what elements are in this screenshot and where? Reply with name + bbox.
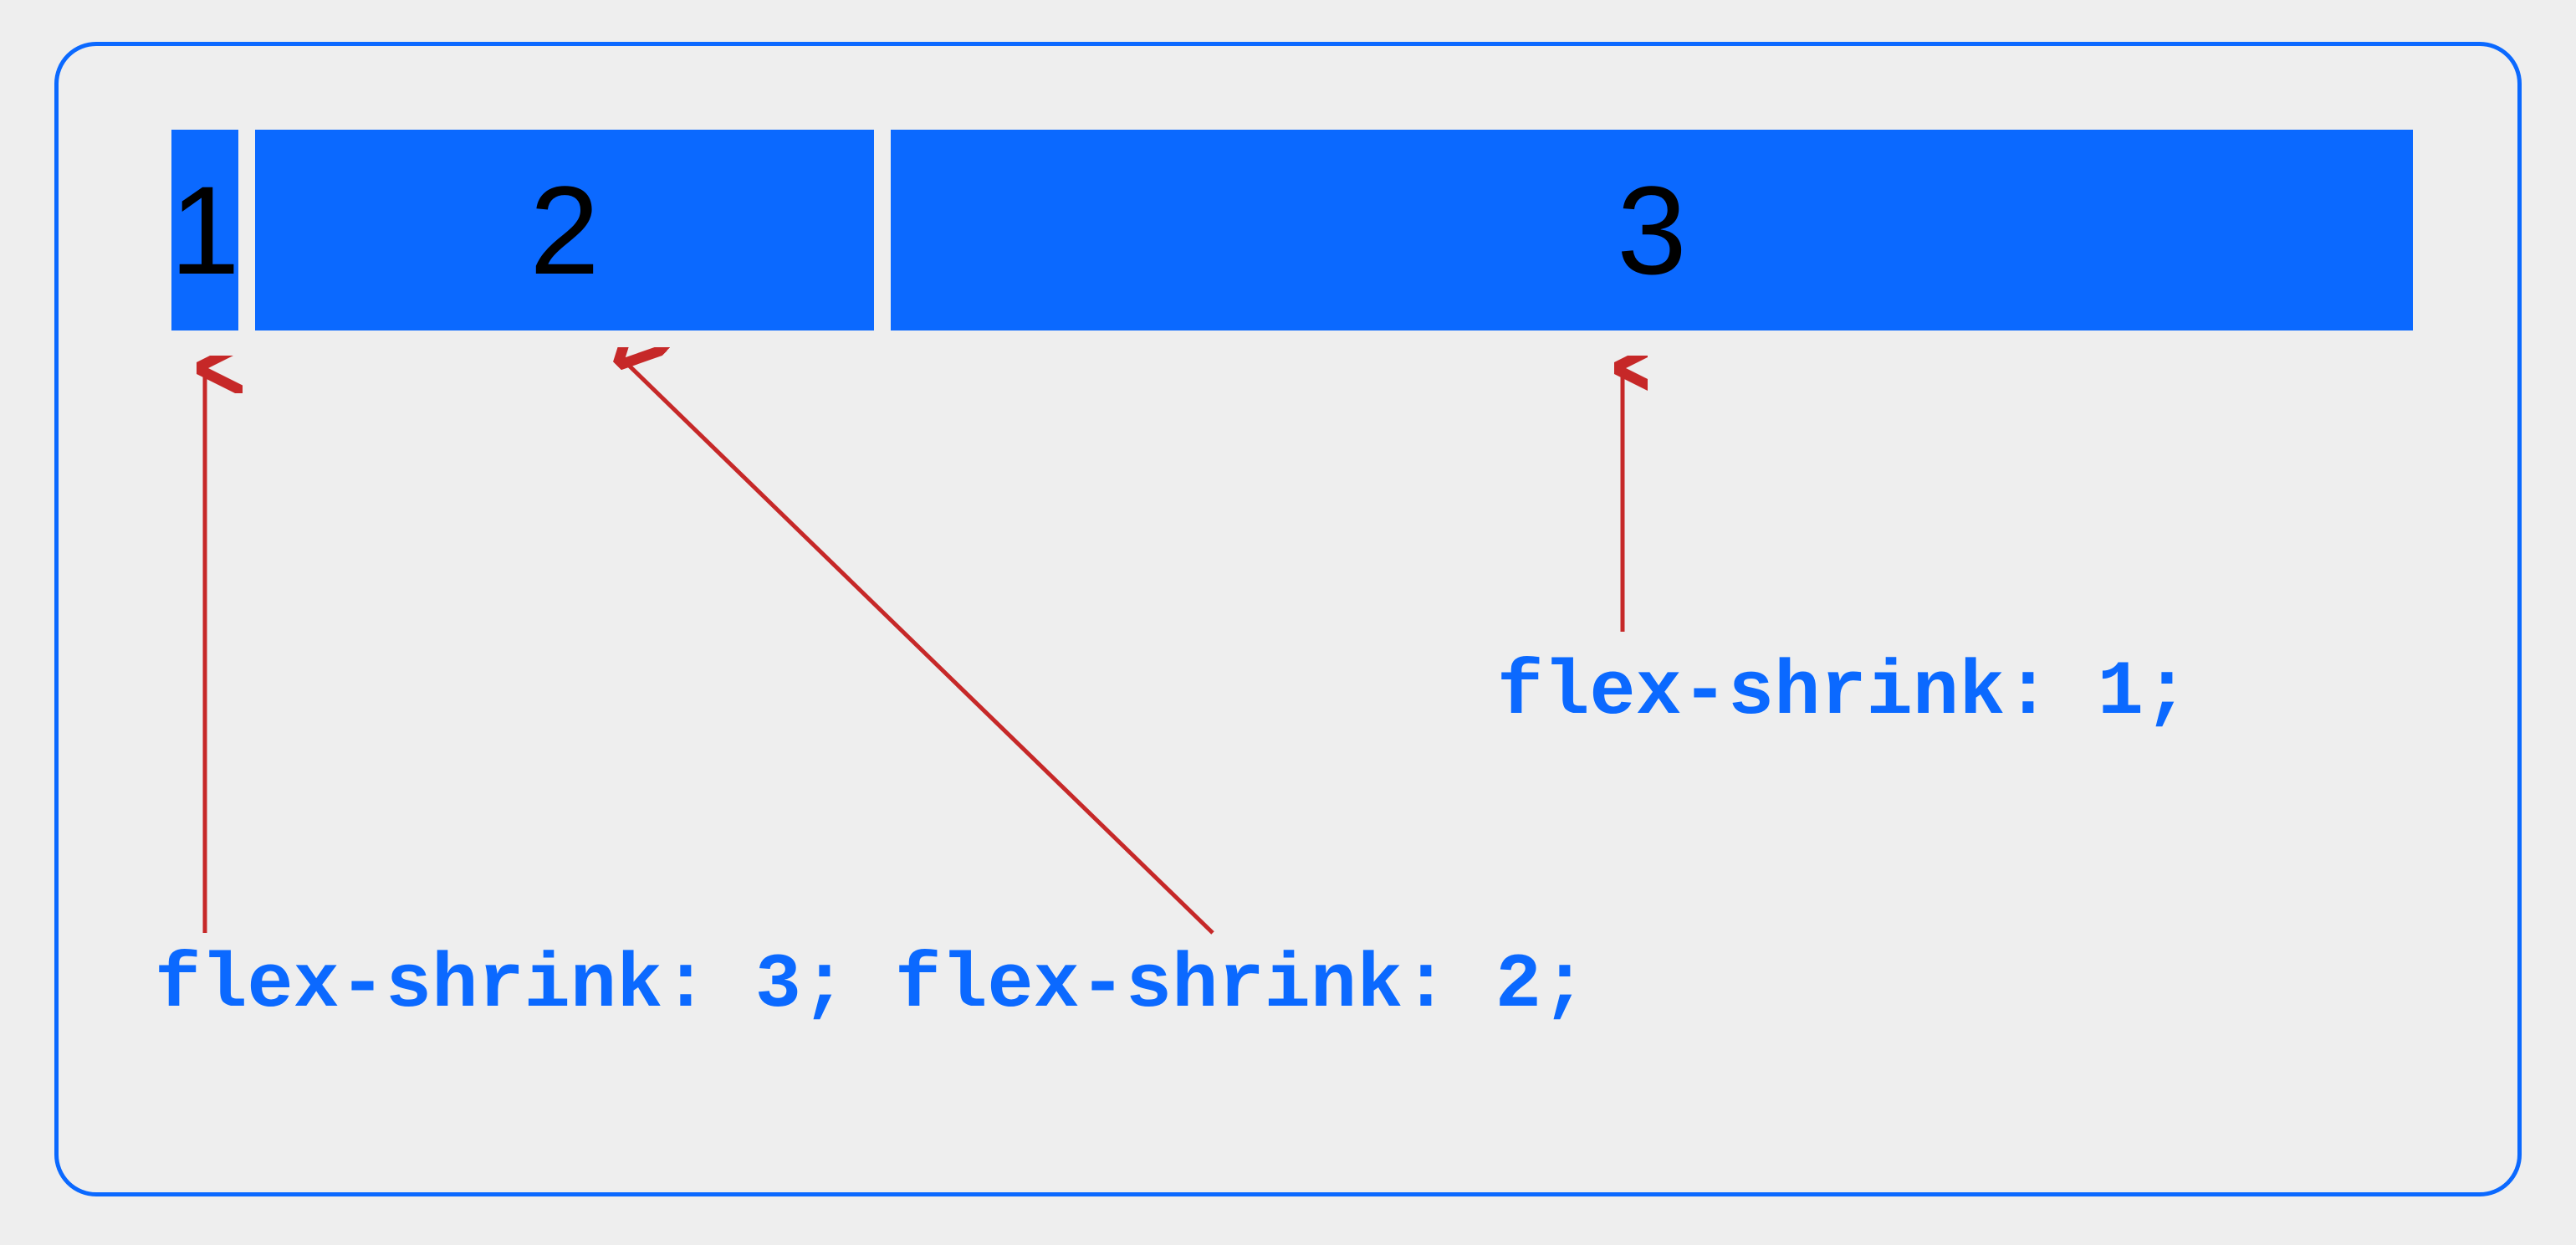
diagram-container: 1 2 3 flex-sh [54, 42, 2522, 1196]
arrow-2-icon [611, 347, 1229, 941]
arrow-3-icon [1597, 356, 1648, 640]
flex-item-3: 3 [891, 130, 2413, 330]
flex-item-1: 1 [171, 130, 238, 330]
flex-item-3-label: 3 [1617, 167, 1686, 293]
flex-item-2: 2 [255, 130, 874, 330]
label-flex-shrink-2: flex-shrink: 2; [895, 941, 1587, 1029]
label-flex-shrink-3: flex-shrink: 3; [155, 941, 847, 1029]
arrow-1-icon [167, 356, 243, 941]
flex-row: 1 2 3 [171, 130, 2413, 330]
flex-item-2-label: 2 [529, 167, 599, 293]
label-flex-shrink-1: flex-shrink: 1; [1497, 648, 2190, 736]
flex-item-1-label: 1 [170, 167, 239, 293]
